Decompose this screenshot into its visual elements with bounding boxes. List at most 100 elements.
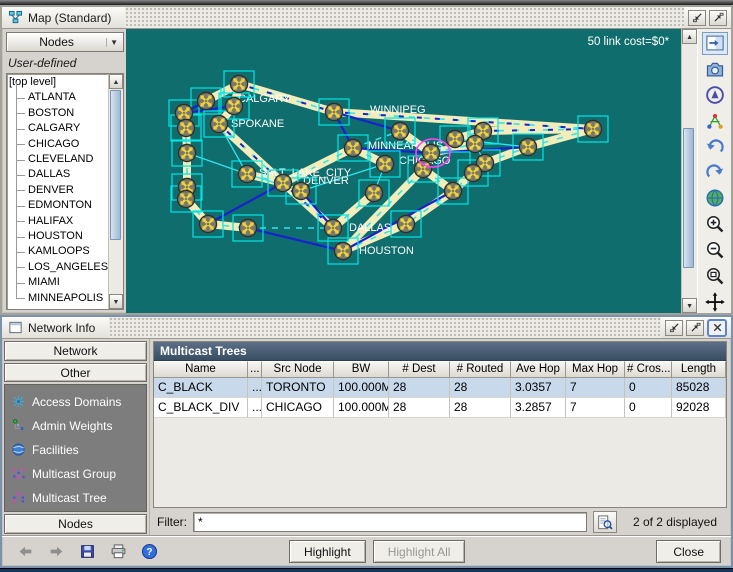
highlight-all-button[interactable]: Highlight All [373,540,466,563]
router-node-icon[interactable] [176,142,199,165]
table-cell: 28 [450,378,511,398]
tree-item-houston[interactable]: HOUSTON [9,229,108,244]
undo-button[interactable] [702,135,728,158]
info-close-button[interactable] [707,319,727,337]
scroll-down-button[interactable]: ▼ [109,294,123,309]
zoom-out-icon [705,240,725,260]
map-maximize-button[interactable] [709,10,727,26]
action-buttons: Highlight Highlight All [289,540,465,563]
tree-item-denver[interactable]: DENVER [9,183,108,198]
world-button[interactable] [702,187,728,210]
tree-item-atlanta[interactable]: ATLANTA [9,90,108,105]
close-button[interactable]: Close [656,540,721,563]
scroll-up-button[interactable]: ▲ [109,74,123,89]
scrollbar-track[interactable] [109,241,123,294]
back-button[interactable] [14,541,36,563]
category-facilities[interactable]: Facilities [11,440,142,459]
graph-layout-icon [705,111,725,131]
zoom-in-button[interactable] [702,213,728,236]
router-node-icon[interactable] [237,217,260,240]
map-titlebar[interactable]: Map (Standard) [2,7,731,29]
filter-search-button[interactable] [593,511,617,533]
info-restore-button[interactable] [665,320,683,336]
tree-item-miami[interactable]: MIAMI [9,275,108,290]
zoom-out-button[interactable] [702,239,728,262]
category-admin-weights[interactable]: Admin Weights [11,416,142,435]
highlight-button[interactable]: Highlight [289,540,366,563]
info-titlebar[interactable]: Network Info [2,317,731,339]
table-row[interactable]: C_BLACK_DIV...CHICAGO100.000M28283.28577… [154,398,726,418]
tree-item-dallas[interactable]: DALLAS [9,167,108,182]
tree-item-halifax[interactable]: HALIFAX [9,214,108,229]
world-icon [705,188,725,208]
column-header[interactable]: Length [672,361,726,378]
category-label: Multicast Group [32,467,116,481]
table-row[interactable]: C_BLACK...TORONTO100.000M28283.035770850… [154,378,726,398]
router-node-icon[interactable] [175,117,198,140]
column-header[interactable]: ... [248,361,262,378]
category-access-domains[interactable]: Access Domains [11,392,142,411]
tab-network[interactable]: Network [4,341,147,361]
scrollbar-thumb[interactable] [683,128,694,268]
map-window-controls [684,7,731,28]
graph-layout-button[interactable] [702,109,728,132]
column-header[interactable]: Max Hop [566,361,625,378]
tree-item-edmonton[interactable]: EDMONTON [9,198,108,213]
forward-button[interactable] [45,541,67,563]
category-multicast-group[interactable]: Multicast Group [11,464,142,483]
tree-item-kamloops[interactable]: KAMLOOPS [9,244,108,259]
column-header[interactable]: BW [334,361,389,378]
help-button[interactable]: ? [138,541,160,563]
screen-capture-button[interactable] [702,58,728,81]
column-header[interactable]: # Cros... [625,361,672,378]
tree-item-chicago[interactable]: CHICAGO [9,137,108,152]
filter-status: 2 of 2 displayed [623,515,725,529]
column-header[interactable]: # Routed [450,361,511,378]
save-button[interactable] [76,541,98,563]
router-node-icon[interactable] [323,101,346,124]
router-node-icon[interactable] [517,136,540,159]
tree-item-los_angeles[interactable]: LOS_ANGELES [9,260,108,275]
tab-other[interactable]: Other [4,363,147,383]
tree-item-boston[interactable]: BOSTON [9,106,108,121]
nav-toolbar: ? [2,541,160,563]
tree-item-minneapolis[interactable]: MINNEAPOLIS [9,291,108,306]
column-header[interactable]: Name [154,361,248,378]
scrollbar-track[interactable] [682,269,697,298]
redo-icon [705,162,725,182]
tree-item-cleveland[interactable]: CLEVELAND [9,152,108,167]
compass-button[interactable] [702,84,728,107]
map-canvas[interactable]: CALGARYSPOKANEWINNIPEGMINNEAPOLISCHICAGO… [126,29,681,313]
zoom-in-icon [705,214,725,234]
tab-nodes[interactable]: Nodes [4,514,147,534]
toggle-left-panel-button[interactable] [702,32,728,55]
info-maximize-button[interactable] [686,320,704,336]
column-header[interactable]: # Dest [389,361,450,378]
pan-button[interactable] [702,290,728,313]
node-list-scrollbar[interactable]: ▲ ▼ [108,74,123,309]
tree-root-item[interactable]: [top level] [9,75,108,90]
nodes-dropdown[interactable]: Nodes ▼ [6,32,124,52]
window-icon [8,320,23,335]
scrollbar-thumb[interactable] [110,90,121,240]
map-vertical-scrollbar[interactable]: ▲ ▼ [681,29,697,313]
scroll-up-button[interactable]: ▲ [682,29,697,44]
zoom-box-button[interactable] [702,264,728,287]
forward-icon [48,543,65,560]
compass-icon [705,85,725,105]
filter-input[interactable] [193,512,587,532]
multicast-group-icon [11,466,26,481]
scroll-down-button[interactable]: ▼ [682,298,697,313]
print-button[interactable] [107,541,129,563]
column-header[interactable]: Ave Hop [511,361,566,378]
map-restore-button[interactable] [688,10,706,26]
router-node-icon[interactable] [236,163,259,186]
router-node-icon[interactable] [582,118,605,141]
table-cell: CHICAGO [262,398,334,418]
category-label: Admin Weights [32,419,112,433]
redo-button[interactable] [702,161,728,184]
city-label-houston: HOUSTON [359,245,414,257]
tree-item-calgary[interactable]: CALGARY [9,121,108,136]
category-multicast-tree[interactable]: Multicast Tree [11,488,142,507]
column-header[interactable]: Src Node [262,361,334,378]
